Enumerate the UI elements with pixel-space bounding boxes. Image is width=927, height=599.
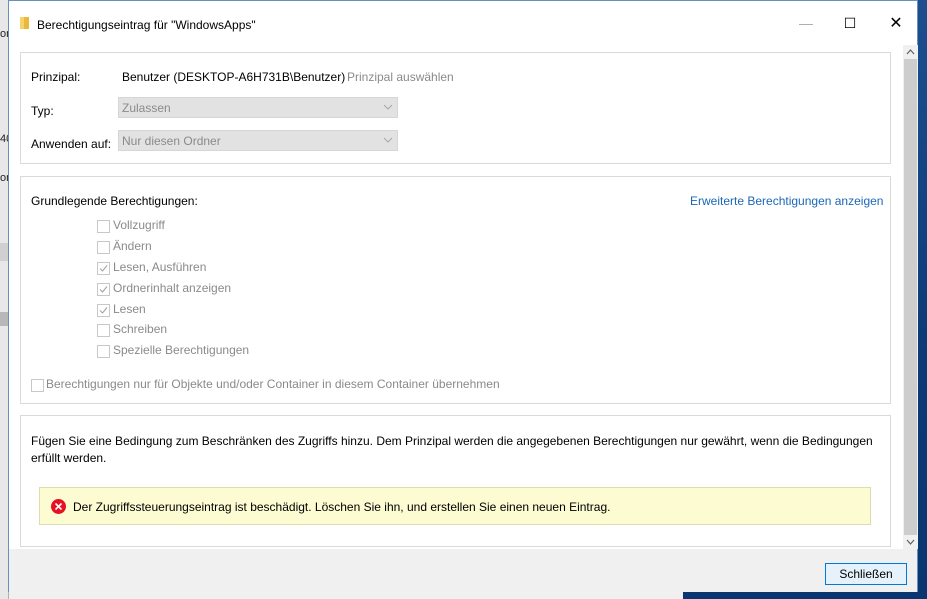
checkbox-modify[interactable]: [97, 241, 110, 254]
background-row: [0, 243, 8, 261]
permission-label: Lesen, Ausführen: [113, 260, 207, 274]
maximize-icon: ☐: [843, 14, 857, 31]
condition-text-line2: erfüllt werden.: [31, 451, 107, 465]
error-icon: [51, 499, 66, 514]
scroll-up-icon[interactable]: [903, 45, 918, 59]
close-window-button[interactable]: ✕: [873, 1, 919, 45]
checkbox-special-permissions[interactable]: [97, 345, 110, 358]
background-text-fragment: 40: [0, 133, 8, 145]
chevron-down-icon: [383, 100, 393, 114]
inherit-only-label: Berechtigungen nur für Objekte und/oder …: [46, 377, 500, 391]
condition-panel: Fügen Sie eine Bedingung zum Beschränken…: [20, 415, 891, 547]
background-text-fragment: on: [0, 28, 8, 40]
permission-label: Schreiben: [113, 322, 168, 336]
checkbox-read-execute[interactable]: [97, 262, 110, 275]
basic-permissions-heading: Grundlegende Berechtigungen:: [31, 194, 198, 208]
minimize-icon: —: [799, 15, 813, 31]
principal-label: Prinzipal:: [31, 70, 81, 84]
scrollbar-thumb[interactable]: [904, 59, 917, 535]
permission-label: Lesen: [113, 302, 146, 316]
condition-text-line1: Fügen Sie eine Bedingung zum Beschränken…: [31, 434, 873, 448]
apply-to-value: Nur diesen Ordner: [122, 134, 221, 148]
vertical-scrollbar[interactable]: [903, 45, 918, 549]
checkbox-read[interactable]: [97, 304, 110, 317]
principal-value: Benutzer (DESKTOP-A6H731B\Benutzer): [122, 70, 346, 84]
checkbox-inherit-only[interactable]: [31, 379, 44, 392]
type-value: Zulassen: [122, 101, 171, 115]
folder-icon: [20, 17, 29, 29]
permission-label: Ordnerinhalt anzeigen: [113, 281, 232, 295]
apply-to-select[interactable]: Nur diesen Ordner: [118, 130, 398, 151]
checkmark-icon: [99, 265, 108, 272]
checkmark-icon: [99, 307, 108, 314]
select-principal-link[interactable]: Prinzipal auswählen: [347, 70, 454, 84]
error-message: Der Zugriffssteuerungseintrag ist beschä…: [73, 500, 611, 514]
checkbox-write[interactable]: [97, 324, 110, 337]
type-select[interactable]: Zulassen: [118, 97, 398, 118]
scroll-content: Prinzipal: Benutzer (DESKTOP-A6H731B\Ben…: [9, 45, 903, 549]
error-message-box: Der Zugriffssteuerungseintrag ist beschä…: [39, 487, 871, 525]
show-advanced-permissions-link[interactable]: Erweiterte Berechtigungen anzeigen: [690, 194, 883, 208]
title-bar[interactable]: Berechtigungseintrag für "WindowsApps" —…: [9, 1, 917, 45]
minimize-button[interactable]: —: [783, 1, 829, 45]
maximize-button[interactable]: ☐: [827, 1, 873, 45]
dialog-footer: Schließen: [9, 549, 917, 592]
permission-entry-dialog: Berechtigungseintrag für "WindowsApps" —…: [8, 0, 918, 592]
close-button[interactable]: Schließen: [825, 563, 907, 585]
permission-label: Vollzugriff: [113, 218, 165, 232]
permission-label: Spezielle Berechtigungen: [113, 343, 250, 357]
principal-panel: Prinzipal: Benutzer (DESKTOP-A6H731B\Ben…: [20, 52, 891, 164]
chevron-down-icon: [383, 133, 393, 147]
background-row: [0, 312, 8, 326]
permission-label: Ändern: [113, 239, 152, 253]
window-title: Berechtigungseintrag für "WindowsApps": [37, 18, 256, 32]
checkbox-full-control[interactable]: [97, 220, 110, 233]
background-text-fragment: on: [0, 172, 8, 184]
checkbox-list-folder[interactable]: [97, 283, 110, 296]
close-icon: ✕: [889, 15, 903, 32]
apply-to-label: Anwenden auf:: [31, 137, 112, 151]
checkmark-icon: [99, 286, 108, 293]
basic-permissions-panel: Grundlegende Berechtigungen: Erweiterte …: [20, 176, 891, 404]
scroll-down-icon[interactable]: [903, 535, 918, 549]
type-label: Typ:: [31, 104, 54, 118]
